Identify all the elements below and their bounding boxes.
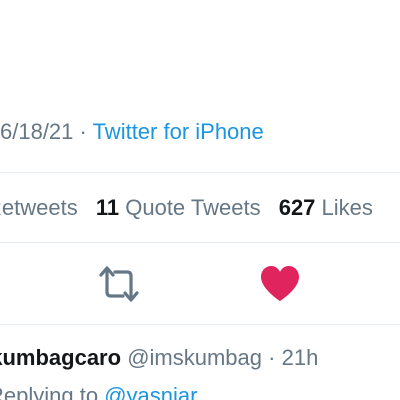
divider bbox=[0, 324, 400, 325]
reply-display-name[interactable]: skumbagcaro bbox=[0, 345, 121, 370]
retweets-label: Retweets bbox=[0, 195, 78, 220]
reply-separator: · bbox=[268, 345, 276, 370]
replying-to-label: Replying to bbox=[0, 383, 99, 400]
reply-handle[interactable]: @imskumbag bbox=[127, 345, 262, 370]
divider bbox=[0, 172, 400, 173]
retweet-button[interactable] bbox=[98, 264, 140, 304]
retweet-icon bbox=[99, 266, 139, 302]
likes-count: 627 bbox=[278, 195, 316, 220]
tweet-meta: 6/18/21 · Twitter for iPhone bbox=[0, 114, 264, 150]
likes-stat[interactable]: 627 Likes bbox=[279, 190, 373, 226]
meta-separator: · bbox=[79, 119, 87, 144]
quote-tweets-label: Quote Tweets bbox=[125, 195, 261, 220]
quote-tweets-stat[interactable]: 11 Quote Tweets bbox=[96, 190, 261, 226]
reply-context: Replying to @yasniar bbox=[0, 378, 197, 400]
tweet-date: 6/18/21 bbox=[0, 119, 74, 144]
tweet-source-link[interactable]: Twitter for iPhone bbox=[93, 119, 264, 144]
likes-label: Likes bbox=[321, 195, 373, 220]
reply-mention-link[interactable]: @yasniar bbox=[104, 383, 197, 400]
retweets-stat[interactable]: Retweets bbox=[0, 190, 78, 226]
tweet-actions bbox=[0, 242, 400, 324]
tweet-detail-screen: 6/18/21 · Twitter for iPhone Retweets 11… bbox=[0, 0, 400, 400]
like-button[interactable] bbox=[259, 264, 301, 304]
reply-time[interactable]: 21h bbox=[282, 345, 319, 370]
heart-icon bbox=[261, 266, 299, 301]
engagement-stats: Retweets 11 Quote Tweets 627 Likes bbox=[0, 190, 385, 226]
quote-tweets-count: 11 bbox=[95, 195, 120, 220]
reply-header: skumbagcaro @imskumbag · 21h bbox=[0, 340, 318, 376]
